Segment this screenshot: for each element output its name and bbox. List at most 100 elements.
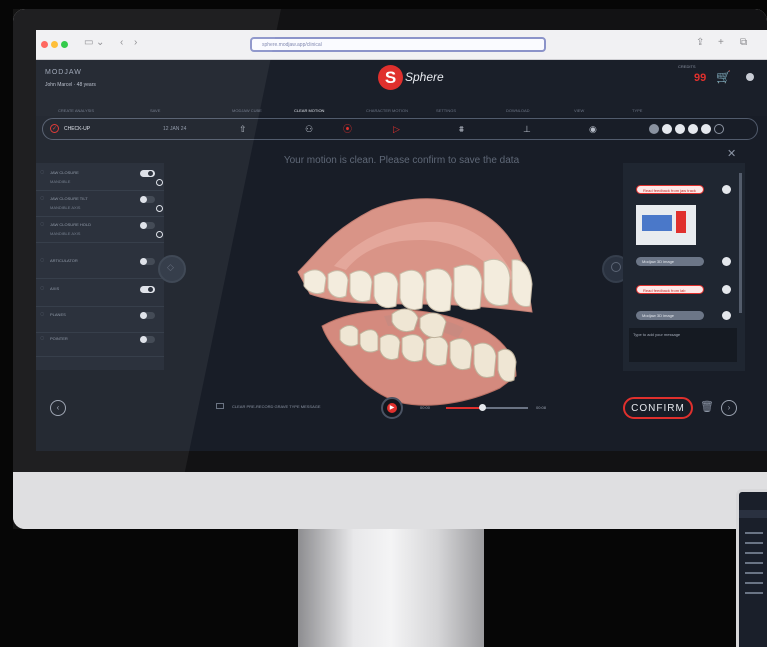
layer-label: JAW CLOSURE HOLD	[50, 222, 91, 227]
thumbnail-image	[642, 215, 672, 231]
cart-icon[interactable]: 🛒	[716, 70, 731, 84]
comment-bubble[interactable]: Modjaw 3D image	[636, 311, 704, 320]
monitor-scene: ▭ ⌄ ‹ › sphere.modjaw.app/clinical ⇪ + ⧉…	[0, 0, 767, 647]
trash-icon[interactable]: 🗑	[700, 400, 714, 413]
comment-action-button[interactable]	[722, 285, 731, 294]
second-monitor-line	[745, 532, 763, 534]
layer-sub-toggle[interactable]	[156, 179, 163, 186]
jaw-icon[interactable]: ⊥	[523, 124, 531, 134]
layer-icon: ◌	[40, 257, 45, 264]
chevron-left-icon[interactable]: ‹	[120, 38, 123, 48]
second-monitor-line	[745, 572, 763, 574]
step-label-7[interactable]: VIEW	[574, 108, 584, 113]
comment-action-button[interactable]	[722, 185, 731, 194]
second-monitor	[736, 489, 767, 647]
next-button[interactable]: ›	[721, 400, 737, 416]
play-icon[interactable]: ▷	[393, 124, 400, 134]
layer-divider	[36, 356, 164, 357]
layer-divider	[36, 332, 164, 333]
comments-scrollbar[interactable]	[739, 173, 742, 313]
attachment-thumbnail[interactable]	[636, 205, 696, 245]
second-monitor-header	[739, 510, 767, 518]
toggle-knob	[147, 286, 154, 293]
type-option-5[interactable]	[714, 124, 724, 134]
clear-pre-record-checkbox[interactable]	[216, 403, 224, 409]
second-monitor-line	[745, 592, 763, 594]
new-tab-icon[interactable]: +	[718, 38, 724, 48]
step-label-5[interactable]: SETTINGS	[436, 108, 456, 113]
logo-mark: S	[378, 65, 403, 90]
tabs-icon[interactable]: ⧉	[740, 38, 747, 48]
motion-icon[interactable]: ⚇	[305, 124, 313, 134]
browser-toolbar: ▭ ⌄ ‹ › sphere.modjaw.app/clinical ⇪ + ⧉	[36, 30, 767, 60]
monitor-chin	[13, 472, 767, 529]
timeline-slider[interactable]	[446, 404, 528, 411]
layer-divider	[36, 242, 164, 243]
layer-sublabel: MANDIBLE AXIS	[50, 231, 81, 236]
brand-name: MODJAW	[45, 69, 82, 76]
monitor-screen: ▭ ⌄ ‹ › sphere.modjaw.app/clinical ⇪ + ⧉…	[36, 30, 767, 451]
patient-info[interactable]: John Marcel · 48 years	[45, 82, 96, 88]
minimize-window-button[interactable]	[51, 41, 58, 48]
sphere-logo: S Sphere	[378, 65, 458, 91]
step-label-8[interactable]: TYPE	[632, 108, 642, 113]
upload-icon[interactable]: ⇧	[239, 124, 247, 134]
avatar[interactable]	[746, 73, 754, 81]
type-option-2[interactable]	[675, 124, 685, 134]
comment-bubble[interactable]: Read feedback from jaw track	[636, 185, 704, 194]
credits-label: CREDITS	[678, 64, 696, 69]
step-label-4[interactable]: CHARACTER MOTION	[366, 108, 408, 113]
comment-action-button[interactable]	[722, 311, 731, 320]
url-text: sphere.modjaw.app/clinical	[262, 42, 322, 48]
address-bar[interactable]: sphere.modjaw.app/clinical	[250, 37, 546, 52]
type-option-1[interactable]	[662, 124, 672, 134]
step-label-0[interactable]: CREATE ANALYSIS	[58, 108, 94, 113]
layer-icon: ◌	[40, 335, 45, 342]
confirm-button[interactable]: CONFIRM	[623, 397, 693, 419]
chevron-down-icon[interactable]: ⌄	[96, 38, 104, 48]
type-option-3[interactable]	[688, 124, 698, 134]
message-input[interactable]: Type to add your message	[629, 328, 737, 362]
share-icon[interactable]: ⇪	[696, 38, 704, 48]
chevron-right-icon[interactable]: ›	[134, 38, 137, 48]
comment-bubble[interactable]: Read feedback from lab	[636, 285, 704, 294]
comment-action-button[interactable]	[722, 257, 731, 266]
left-panel-handle[interactable]: ◇	[158, 255, 186, 283]
toggle-knob	[140, 312, 147, 319]
layer-divider	[36, 216, 164, 217]
step-label-6[interactable]: DOWNLOAD	[506, 108, 530, 113]
layer-sub-toggle[interactable]	[156, 231, 163, 238]
step-label-3[interactable]: CLEAR MOTION	[294, 108, 324, 113]
sidebar-icon[interactable]: ▭	[84, 38, 93, 48]
second-monitor-line	[745, 542, 763, 544]
dental-3d-model[interactable]	[280, 188, 540, 424]
diamond-icon: ◇	[167, 262, 174, 272]
toggle-knob	[140, 336, 147, 343]
layer-label: PLANES	[50, 312, 66, 317]
teeth-icon[interactable]: ⩩	[459, 124, 464, 134]
record-icon[interactable]: ⦿	[343, 124, 352, 134]
logo-text: Sphere	[405, 70, 444, 84]
layer-icon: ◌	[40, 169, 45, 176]
play-button[interactable]: ▶	[381, 397, 403, 419]
layer-label: AXIS	[50, 286, 60, 291]
comment-bubble[interactable]: Modjaw 3D image	[636, 257, 704, 266]
close-window-button[interactable]	[41, 41, 48, 48]
session-date: 12 JAN 24	[163, 126, 187, 132]
layer-icon: ◌	[40, 285, 45, 292]
layer-sublabel: MANDIBLE	[50, 179, 71, 184]
back-button[interactable]: ‹	[50, 400, 66, 416]
step-label-1[interactable]: SAVE	[150, 108, 160, 113]
layer-sub-toggle[interactable]	[156, 205, 163, 212]
layer-label: JAW CLOSURE	[50, 170, 79, 175]
monitor-stand	[298, 529, 484, 647]
type-option-0[interactable]	[649, 124, 659, 134]
layer-divider	[36, 190, 164, 191]
step-label-2[interactable]: MODJAW CUBE	[232, 108, 262, 113]
close-icon[interactable]: ✕	[727, 147, 736, 160]
current-step-label[interactable]: CHECK-UP	[64, 126, 90, 132]
second-monitor-line	[745, 562, 763, 564]
maximize-window-button[interactable]	[61, 41, 68, 48]
eye-icon[interactable]: ◉	[589, 124, 597, 134]
type-option-4[interactable]	[701, 124, 711, 134]
